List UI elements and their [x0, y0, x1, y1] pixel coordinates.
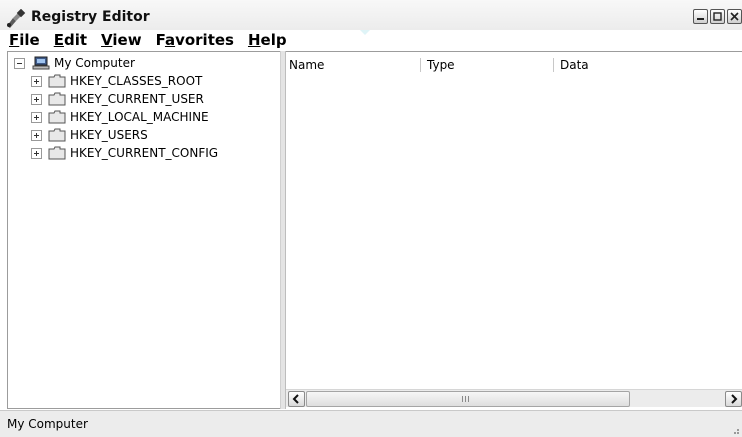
- tree-node-hkey-current-config[interactable]: HKEY_CURRENT_CONFIG: [31, 145, 271, 161]
- computer-icon: [32, 56, 50, 70]
- menu-help[interactable]: Help: [248, 30, 287, 50]
- arrow-left-icon: [292, 394, 299, 404]
- tree-node-hkey-current-user[interactable]: HKEY_CURRENT_USER: [31, 91, 271, 107]
- close-icon[interactable]: [727, 9, 742, 24]
- menu-edit[interactable]: Edit: [54, 30, 87, 50]
- folder-icon: [48, 128, 66, 142]
- tree-node-hkey-users[interactable]: HKEY_USERS: [31, 127, 271, 143]
- status-bar: My Computer: [0, 410, 742, 437]
- expand-icon[interactable]: [31, 76, 42, 87]
- column-divider[interactable]: [420, 58, 421, 72]
- scroll-thumb[interactable]: [306, 391, 630, 407]
- registry-tree-pane[interactable]: My Computer HKEY_CLASSES_ROOT HKEY_CURRE…: [7, 51, 281, 409]
- column-name[interactable]: Name: [286, 56, 419, 74]
- column-header: Name Type Data: [286, 56, 742, 74]
- window-title: Registry Editor: [31, 9, 150, 25]
- grip-icon: [462, 396, 469, 402]
- tree-node-hkey-local-machine[interactable]: HKEY_LOCAL_MACHINE: [31, 109, 271, 125]
- maximize-icon[interactable]: [710, 9, 725, 24]
- scroll-left-button[interactable]: [288, 391, 305, 407]
- collapse-icon[interactable]: [14, 58, 25, 69]
- minimize-icon[interactable]: [693, 9, 708, 24]
- scroll-right-button[interactable]: [725, 391, 742, 407]
- resize-grip-icon[interactable]: [730, 425, 740, 435]
- expand-icon[interactable]: [31, 112, 42, 123]
- window-controls: [693, 9, 742, 25]
- folder-icon: [48, 74, 66, 88]
- folder-icon: [48, 92, 66, 106]
- column-divider[interactable]: [553, 58, 554, 72]
- column-type[interactable]: Type: [424, 56, 552, 74]
- registry-editor-icon: [7, 9, 26, 28]
- arrow-right-icon: [731, 394, 738, 404]
- values-list-pane[interactable]: Name Type Data: [286, 51, 742, 410]
- title-bar[interactable]: Registry Editor: [0, 0, 742, 30]
- menu-file[interactable]: File: [9, 30, 40, 50]
- expand-icon[interactable]: [31, 130, 42, 141]
- folder-icon: [48, 146, 66, 160]
- expand-icon[interactable]: [31, 94, 42, 105]
- tree-node-hkey-classes-root[interactable]: HKEY_CLASSES_ROOT: [31, 73, 271, 89]
- menu-view[interactable]: View: [101, 30, 142, 50]
- status-text: My Computer: [7, 417, 88, 431]
- menu-favorites[interactable]: Favorites: [156, 30, 234, 50]
- registry-editor-window: Registry Editor File Edit View Favorites…: [0, 0, 742, 437]
- menu-bar: File Edit View Favorites Help: [0, 30, 742, 50]
- expand-icon[interactable]: [31, 148, 42, 159]
- folder-icon: [48, 110, 66, 124]
- horizontal-scrollbar[interactable]: [286, 389, 742, 407]
- column-data[interactable]: Data: [557, 56, 740, 74]
- tree-node-my-computer[interactable]: My Computer: [14, 55, 214, 71]
